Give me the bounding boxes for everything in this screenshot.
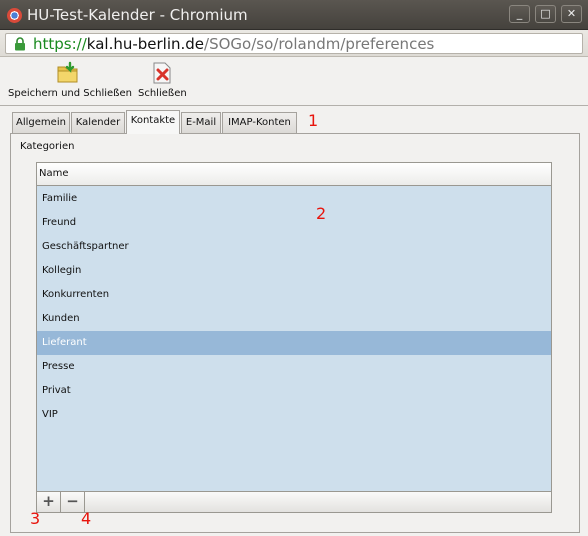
categories-rows: Familie Freund Geschäftspartner Kollegin Kon…: [37, 187, 551, 427]
list-item[interactable]: Presse: [37, 355, 551, 379]
tab-kalender[interactable]: Kalender: [71, 112, 125, 133]
list-item[interactable]: Privat: [37, 379, 551, 403]
annotation-marker: 1: [308, 111, 319, 130]
annotation-marker: 2: [316, 204, 327, 223]
list-item[interactable]: Familie: [37, 187, 551, 211]
address-bar: https://kal.hu-berlin.de/SOGo/so/rolandm…: [0, 30, 588, 57]
categories-list: Name Familie Freund Geschäftspartner Kolleg…: [36, 162, 552, 492]
tab-allgemein[interactable]: Allgemein: [12, 112, 70, 133]
list-item[interactable]: VIP: [37, 403, 551, 427]
list-actions-bar: + −: [36, 491, 552, 513]
list-item[interactable]: Freund: [37, 211, 551, 235]
save-and-close-button[interactable]: Speichern und Schließen: [8, 57, 132, 105]
lock-icon: [15, 37, 25, 51]
tab-email[interactable]: E-Mail: [181, 112, 221, 133]
list-item[interactable]: Kunden: [37, 307, 551, 331]
url-path: /SOGo/so/rolandm/preferences: [204, 35, 435, 53]
window-title: HU-Test-Kalender - Chromium: [27, 6, 248, 24]
url-host: kal.hu-berlin.de: [86, 35, 205, 53]
tab-imap-konten[interactable]: IMAP-Konten: [222, 112, 297, 133]
preferences-area: Allgemein Kalender Kontakte E-Mail IMAP-…: [0, 106, 588, 536]
toolbar: Speichern und Schließen Schließen: [0, 57, 588, 106]
annotation-marker: 3: [30, 509, 41, 528]
save-and-close-label: Speichern und Schließen: [8, 88, 132, 99]
contacts-panel: Kategorien Name Familie Freund Geschäftspa…: [10, 133, 580, 533]
list-item[interactable]: Geschäftspartner: [37, 235, 551, 259]
close-button[interactable]: Schließen: [136, 57, 188, 105]
chromium-icon: [7, 8, 22, 23]
maximize-button[interactable]: □: [535, 5, 556, 23]
close-document-icon: [153, 62, 171, 84]
list-item[interactable]: Lieferant: [37, 331, 551, 355]
save-folder-icon: [57, 61, 78, 83]
window-titlebar: HU-Test-Kalender - Chromium _ □ ✕: [0, 0, 588, 30]
column-header-name[interactable]: Name: [37, 163, 551, 186]
url-field[interactable]: https://kal.hu-berlin.de/SOGo/so/rolandm…: [5, 33, 583, 54]
url-scheme: https://: [33, 35, 87, 53]
tab-kontakte[interactable]: Kontakte: [126, 110, 180, 134]
minimize-button[interactable]: _: [509, 5, 530, 23]
annotation-marker: 4: [81, 509, 92, 528]
categories-heading: Kategorien: [20, 141, 75, 152]
close-label: Schließen: [138, 88, 187, 99]
list-item[interactable]: Kollegin: [37, 259, 551, 283]
add-category-button[interactable]: +: [37, 492, 61, 512]
list-item[interactable]: Konkurrenten: [37, 283, 551, 307]
url-text: https://kal.hu-berlin.de/SOGo/so/rolandm…: [33, 35, 434, 53]
close-window-button[interactable]: ✕: [561, 5, 582, 23]
